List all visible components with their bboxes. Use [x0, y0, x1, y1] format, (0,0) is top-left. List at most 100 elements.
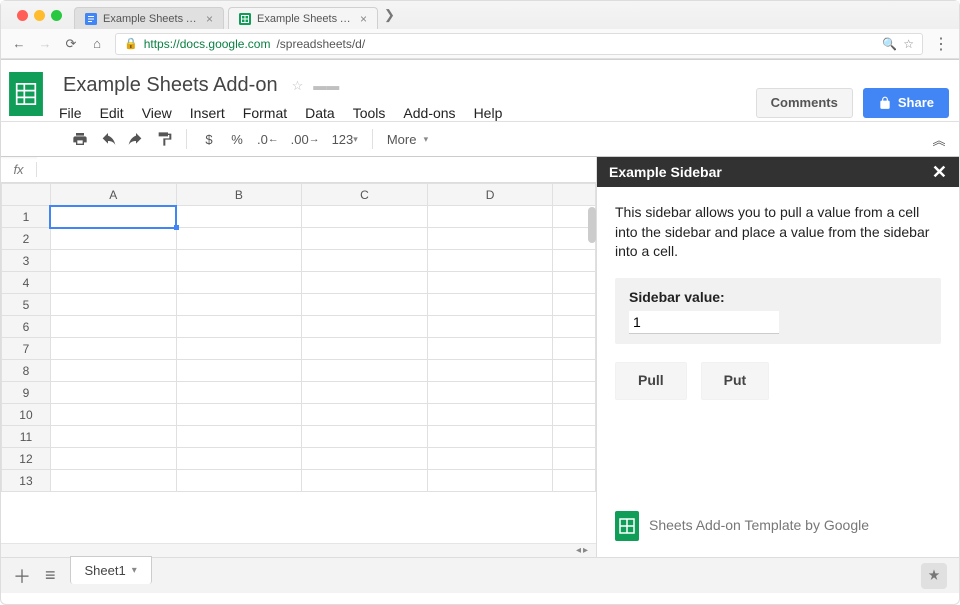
- cell[interactable]: [50, 206, 176, 228]
- put-button[interactable]: Put: [701, 362, 770, 400]
- browser-tab-0[interactable]: Example Sheets Add-on ×: [74, 7, 224, 29]
- redo-button[interactable]: [124, 126, 148, 152]
- cell[interactable]: [176, 426, 302, 448]
- tab-close-icon[interactable]: ×: [206, 12, 213, 26]
- currency-button[interactable]: $: [197, 126, 221, 152]
- cell[interactable]: [302, 426, 428, 448]
- scroll-right-icon[interactable]: ▸: [583, 545, 588, 556]
- home-button[interactable]: ⌂: [89, 36, 105, 51]
- menu-file[interactable]: File: [59, 105, 82, 121]
- cell[interactable]: [176, 228, 302, 250]
- cell[interactable]: [302, 360, 428, 382]
- row-header-9[interactable]: 9: [2, 382, 51, 404]
- cell[interactable]: [176, 206, 302, 228]
- cell[interactable]: [50, 426, 176, 448]
- maximize-window-icon[interactable]: [51, 10, 62, 21]
- cell[interactable]: [302, 316, 428, 338]
- print-button[interactable]: [68, 126, 92, 152]
- cell[interactable]: [553, 338, 596, 360]
- cell[interactable]: [553, 272, 596, 294]
- cell[interactable]: [50, 228, 176, 250]
- cell[interactable]: [427, 404, 553, 426]
- cell[interactable]: [302, 404, 428, 426]
- row-header-2[interactable]: 2: [2, 228, 51, 250]
- cell[interactable]: [553, 316, 596, 338]
- paint-format-button[interactable]: [152, 126, 176, 152]
- cell[interactable]: [176, 294, 302, 316]
- address-bar[interactable]: 🔒 https://docs.google.com/spreadsheets/d…: [115, 33, 923, 55]
- row-header-4[interactable]: 4: [2, 272, 51, 294]
- bookmark-star-icon[interactable]: ☆: [903, 37, 914, 51]
- row-header-1[interactable]: 1: [2, 206, 51, 228]
- browser-tab-1[interactable]: Example Sheets Add-on - Goo… ×: [228, 7, 378, 29]
- collapse-toolbar-button[interactable]: ︽: [927, 126, 951, 152]
- menu-help[interactable]: Help: [474, 105, 503, 121]
- cell[interactable]: [427, 338, 553, 360]
- undo-button[interactable]: [96, 126, 120, 152]
- cell[interactable]: [50, 338, 176, 360]
- star-icon[interactable]: ☆: [292, 78, 304, 94]
- cell[interactable]: [427, 382, 553, 404]
- row-header-7[interactable]: 7: [2, 338, 51, 360]
- scroll-left-icon[interactable]: ◂: [576, 545, 581, 556]
- comments-button[interactable]: Comments: [756, 88, 853, 118]
- sidebar-close-button[interactable]: ✕: [932, 162, 947, 183]
- cell[interactable]: [553, 470, 596, 492]
- cell[interactable]: [50, 360, 176, 382]
- row-header-10[interactable]: 10: [2, 404, 51, 426]
- cell[interactable]: [553, 360, 596, 382]
- cell[interactable]: [50, 382, 176, 404]
- folder-icon[interactable]: ▬▬: [313, 78, 339, 93]
- share-button[interactable]: Share: [863, 88, 949, 118]
- cell[interactable]: [302, 338, 428, 360]
- cell[interactable]: [50, 404, 176, 426]
- col-header-D[interactable]: D: [427, 184, 553, 206]
- menu-edit[interactable]: Edit: [100, 105, 124, 121]
- row-header-13[interactable]: 13: [2, 470, 51, 492]
- sheets-logo[interactable]: [1, 66, 51, 121]
- cell[interactable]: [50, 294, 176, 316]
- new-tab-button[interactable]: ❯: [384, 7, 395, 23]
- cell[interactable]: [553, 250, 596, 272]
- cell[interactable]: [427, 448, 553, 470]
- cell[interactable]: [427, 206, 553, 228]
- cell[interactable]: [50, 272, 176, 294]
- menu-insert[interactable]: Insert: [190, 105, 225, 121]
- col-header-overflow[interactable]: [553, 184, 596, 206]
- number-format-button[interactable]: 123 ▾: [328, 126, 362, 152]
- row-header-8[interactable]: 8: [2, 360, 51, 382]
- cell[interactable]: [302, 382, 428, 404]
- row-header-12[interactable]: 12: [2, 448, 51, 470]
- search-in-page-icon[interactable]: 🔍: [882, 37, 897, 51]
- cell[interactable]: [302, 250, 428, 272]
- formula-input[interactable]: [37, 157, 596, 182]
- minimize-window-icon[interactable]: [34, 10, 45, 21]
- cell[interactable]: [553, 382, 596, 404]
- chevron-down-icon[interactable]: ▾: [132, 565, 137, 576]
- increase-decimal-button[interactable]: .00→: [287, 126, 324, 152]
- cell[interactable]: [50, 316, 176, 338]
- cell[interactable]: [302, 272, 428, 294]
- cell[interactable]: [50, 470, 176, 492]
- cell[interactable]: [176, 360, 302, 382]
- cell[interactable]: [427, 316, 553, 338]
- cell[interactable]: [427, 272, 553, 294]
- browser-menu-button[interactable]: ⋮: [933, 34, 949, 54]
- cell[interactable]: [427, 250, 553, 272]
- cell[interactable]: [176, 316, 302, 338]
- vertical-scrollbar[interactable]: [588, 207, 596, 243]
- explore-button[interactable]: [921, 563, 947, 589]
- cell[interactable]: [176, 272, 302, 294]
- sidebar-value-input[interactable]: [629, 311, 779, 334]
- cell[interactable]: [302, 228, 428, 250]
- cell[interactable]: [427, 360, 553, 382]
- window-controls[interactable]: [9, 10, 70, 21]
- cell[interactable]: [427, 228, 553, 250]
- row-header-6[interactable]: 6: [2, 316, 51, 338]
- decrease-decimal-button[interactable]: .0←: [253, 126, 283, 152]
- cell[interactable]: [302, 470, 428, 492]
- all-sheets-button[interactable]: ≡: [45, 565, 56, 586]
- select-all-cell[interactable]: [2, 184, 51, 206]
- menu-view[interactable]: View: [142, 105, 172, 121]
- reload-button[interactable]: ⟳: [63, 36, 79, 52]
